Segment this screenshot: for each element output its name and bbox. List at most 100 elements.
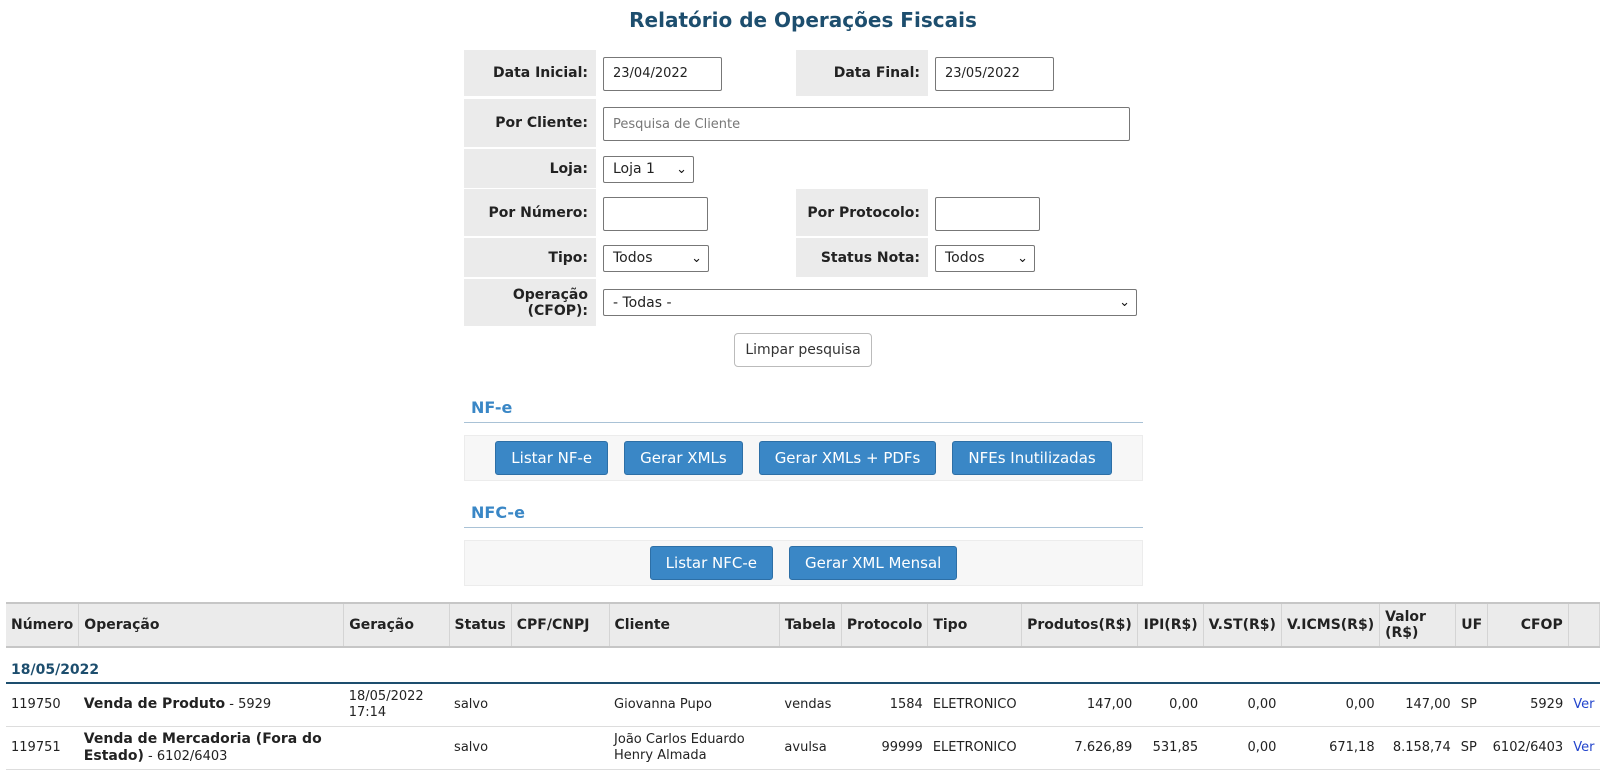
operacao-select-value: - Todas - xyxy=(613,294,672,311)
col-header-protocolo[interactable]: Protocolo xyxy=(841,602,929,648)
nfe-actions: Listar NF-e Gerar XMLs Gerar XMLs + PDFs… xyxy=(464,435,1143,481)
cell-status: salvo xyxy=(449,726,512,770)
cell-action: Ver xyxy=(1568,683,1600,727)
cell-cliente: João Carlos Eduardo Henry Almada xyxy=(609,726,780,770)
cell-ipi: 531,85 xyxy=(1137,726,1204,770)
col-header-vicms[interactable]: V.ICMS(R$) xyxy=(1281,602,1381,648)
operacao-code: - 5929 xyxy=(225,697,272,713)
numero-cell xyxy=(596,189,796,238)
date-group-label: 18/05/2022 xyxy=(6,647,1600,684)
loja-cell: Loja 1 ⌄ xyxy=(596,149,1143,189)
chevron-down-icon: ⌄ xyxy=(691,250,702,266)
status-nota-cell: Todos ⌄ xyxy=(928,238,1035,278)
cliente-cell xyxy=(596,99,1143,149)
cell-tabela: vendas xyxy=(779,683,842,727)
cell-protocolo: 1584 xyxy=(841,683,928,727)
protocolo-input[interactable] xyxy=(935,196,1040,231)
cell-valor: 147,00 xyxy=(1379,683,1456,727)
listar-nfce-button[interactable]: Listar NFC-e xyxy=(649,546,773,580)
operacao-label-line2: (CFOP): xyxy=(527,302,588,319)
geracao-time: 17:14 xyxy=(348,704,387,720)
table-row[interactable]: 119750 Venda de Produto - 5929 18/05/202… xyxy=(6,683,1600,727)
protocolo-cell xyxy=(928,189,1040,238)
protocolo-label: Por Protocolo: xyxy=(796,189,928,236)
cell-tipo: ELETRONICO xyxy=(927,726,1022,770)
col-header-vst[interactable]: V.ST(R$) xyxy=(1203,602,1282,648)
listar-nfe-button[interactable]: Listar NF-e xyxy=(495,441,609,475)
operacao-select[interactable]: - Todas - ⌄ xyxy=(603,289,1137,316)
filter-row-operacao: Operação (CFOP): - Todas - ⌄ xyxy=(464,279,1143,326)
cell-ipi: 0,00 xyxy=(1137,683,1204,727)
col-header-actions xyxy=(1568,602,1601,648)
filter-form: Data Inicial: Data Final: Por Cliente: L… xyxy=(464,50,1143,326)
cell-vicms: 671,18 xyxy=(1281,726,1380,770)
loja-select[interactable]: Loja 1 ⌄ xyxy=(603,155,694,183)
nfes-inutilizadas-button[interactable]: NFEs Inutilizadas xyxy=(952,441,1112,475)
col-header-valor-line1: Valor xyxy=(1385,609,1426,625)
filter-row-cliente: Por Cliente: xyxy=(464,99,1143,149)
cell-geracao xyxy=(343,726,450,770)
gerar-xml-mensal-button[interactable]: Gerar XML Mensal xyxy=(788,546,958,580)
gerar-xmls-button[interactable]: Gerar XMLs xyxy=(624,441,743,475)
cell-cfop: 6102/6403 xyxy=(1487,726,1569,770)
cell-uf: SP xyxy=(1455,726,1488,770)
cell-cpf-cnpj xyxy=(511,726,610,770)
col-header-tabela[interactable]: Tabela xyxy=(779,602,842,648)
tipo-label: Tipo: xyxy=(464,238,596,277)
col-header-geracao[interactable]: Geração xyxy=(343,602,450,648)
numero-input[interactable] xyxy=(603,196,708,231)
ver-link[interactable]: Ver xyxy=(1573,697,1594,712)
status-nota-select-value: Todos xyxy=(945,250,985,266)
cell-cpf-cnpj xyxy=(511,683,610,727)
col-header-numero[interactable]: Número xyxy=(6,602,80,648)
col-header-produtos[interactable]: Produtos(R$) xyxy=(1021,602,1138,648)
filter-row-numero: Por Número: Por Protocolo: xyxy=(464,189,1143,238)
tipo-select-value: Todos xyxy=(613,250,653,266)
data-inicial-label: Data Inicial: xyxy=(464,50,596,96)
cell-produtos: 147,00 xyxy=(1021,683,1138,727)
cell-vst: 0,00 xyxy=(1203,726,1282,770)
cliente-search-input[interactable] xyxy=(603,107,1130,141)
cell-tipo: ELETRONICO xyxy=(927,683,1022,727)
results-table: Número Operação Geração Status CPF/CNPJ … xyxy=(6,602,1601,770)
cell-valor: 8.158,74 xyxy=(1379,726,1456,770)
ver-link[interactable]: Ver xyxy=(1573,740,1594,755)
col-header-status[interactable]: Status xyxy=(449,602,512,648)
col-header-cpf-cnpj[interactable]: CPF/CNPJ xyxy=(511,602,610,648)
col-header-tipo[interactable]: Tipo xyxy=(927,602,1023,648)
nfe-section-title: NF-e xyxy=(464,398,1143,423)
page-title: Relatório de Operações Fiscais xyxy=(629,8,977,32)
col-header-uf[interactable]: UF xyxy=(1455,602,1489,648)
loja-label: Loja: xyxy=(464,149,596,188)
status-nota-label: Status Nota: xyxy=(796,238,928,277)
data-inicial-cell xyxy=(596,50,796,97)
cell-action: Ver xyxy=(1568,726,1600,770)
col-header-valor[interactable]: Valor (R$) xyxy=(1379,602,1457,648)
operacao-code: - 6102/6403 xyxy=(143,748,228,764)
col-header-ipi[interactable]: IPI(R$) xyxy=(1137,602,1204,648)
data-final-cell xyxy=(928,50,1054,97)
data-inicial-input[interactable] xyxy=(603,56,722,91)
data-final-label: Data Final: xyxy=(796,50,928,96)
filter-row-tipo: Tipo: Todos ⌄ Status Nota: Todos ⌄ xyxy=(464,238,1143,278)
cell-protocolo: 99999 xyxy=(841,726,928,770)
col-header-operacao[interactable]: Operação xyxy=(78,602,345,648)
table-row[interactable]: 119751 Venda de Mercadoria (Fora do Esta… xyxy=(6,726,1600,770)
nfce-actions: Listar NFC-e Gerar XML Mensal xyxy=(464,540,1143,586)
cell-operacao: Venda de Produto - 5929 xyxy=(78,683,344,727)
clear-search-button[interactable]: Limpar pesquisa xyxy=(734,333,872,367)
data-final-input[interactable] xyxy=(935,56,1054,91)
tipo-select[interactable]: Todos ⌄ xyxy=(603,244,709,272)
col-header-valor-line2: (R$) xyxy=(1385,625,1419,641)
table-header-row: Número Operação Geração Status CPF/CNPJ … xyxy=(6,602,1601,648)
col-header-cfop[interactable]: CFOP xyxy=(1487,602,1569,648)
gerar-xmls-pdfs-button[interactable]: Gerar XMLs + PDFs xyxy=(758,441,937,475)
cell-vicms: 0,00 xyxy=(1281,683,1380,727)
status-nota-select[interactable]: Todos ⌄ xyxy=(935,244,1035,272)
cell-operacao: Venda de Mercadoria (Fora do Estado) - 6… xyxy=(78,726,344,770)
date-group-row: 18/05/2022 xyxy=(6,647,1600,684)
col-header-cliente[interactable]: Cliente xyxy=(609,602,780,648)
operacao-cell: - Todas - ⌄ xyxy=(596,279,1143,326)
chevron-down-icon: ⌄ xyxy=(1119,295,1130,310)
nfce-section-title: NFC-e xyxy=(464,503,1143,528)
